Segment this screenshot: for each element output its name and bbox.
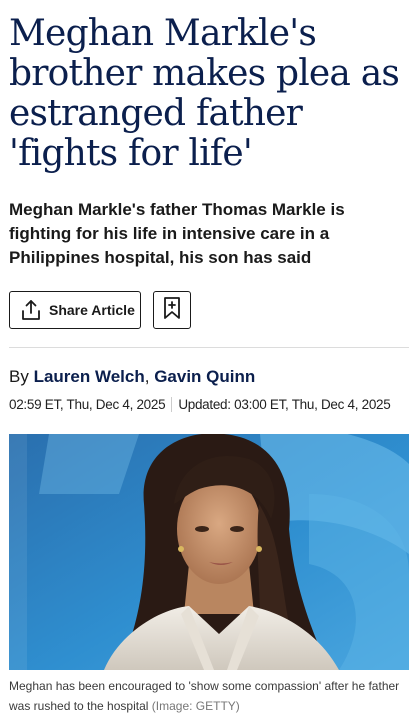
- share-upload-icon: [20, 299, 42, 321]
- section-divider: [9, 347, 409, 348]
- published-time: 02:59 ET, Thu, Dec 4, 2025: [9, 397, 166, 412]
- author-separator: ,: [144, 367, 150, 386]
- hero-photo: [9, 434, 409, 670]
- share-article-label: Share Article: [49, 302, 135, 318]
- bookmark-button[interactable]: [153, 291, 191, 329]
- image-caption: Meghan has been encouraged to 'show some…: [9, 676, 409, 716]
- share-article-button[interactable]: Share Article: [9, 291, 141, 329]
- byline: By Lauren Welch, Gavin Quinn: [9, 367, 255, 387]
- image-credit: (Image: GETTY): [151, 699, 240, 713]
- author-link-2[interactable]: Gavin Quinn: [154, 367, 255, 386]
- hero-image[interactable]: [9, 434, 409, 670]
- timestamp-divider: [171, 397, 173, 412]
- article-headline: Meghan Markle's brother makes plea as es…: [9, 13, 400, 174]
- author-link-1[interactable]: Lauren Welch: [34, 367, 145, 386]
- byline-prefix: By: [9, 367, 29, 386]
- updated-time: Updated: 03:00 ET, Thu, Dec 4, 2025: [178, 397, 391, 412]
- bookmark-icon: [162, 296, 182, 325]
- article-standfirst: Meghan Markle's father Thomas Markle is …: [9, 200, 345, 267]
- article-timestamps: 02:59 ET, Thu, Dec 4, 2025 Updated: 03:00…: [9, 396, 391, 414]
